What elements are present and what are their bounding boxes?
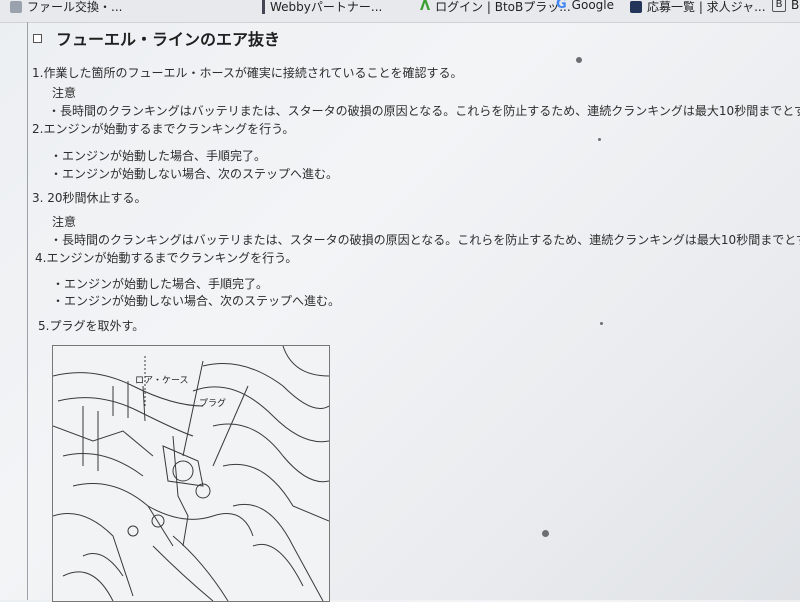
bookmark-label: 応募一覧 | 求人ジャ...: [647, 0, 766, 14]
page-title: フューエル・ラインのエア抜き: [56, 30, 281, 49]
step-3: 3. 20秒間休止する。: [32, 191, 147, 205]
bookmark-3[interactable]: Λ ログイン | BtoBプラッ...: [420, 0, 571, 15]
generic-icon: [10, 0, 22, 13]
bookmark-label: Webbyパートナー...: [270, 0, 383, 14]
bookmarks-bar: ファール交換・... Webbyパートナー... Λ ログイン | BtoBプラ…: [0, 0, 800, 23]
bookmark-2[interactable]: Webbyパートナー...: [262, 0, 382, 15]
b-icon: B: [772, 0, 786, 12]
x-icon: Λ: [420, 0, 431, 14]
step-2-bullet-1: ・エンジンが始動した場合、手順完了。: [50, 149, 267, 163]
book-icon: [630, 0, 642, 13]
bar-icon: [262, 0, 265, 14]
label-plug: プラグ: [199, 399, 227, 409]
step-1: 1.作業した箇所のフューエル・ホースが確実に接続されていることを確認する。: [32, 66, 463, 80]
step-4-bullet-1: ・エンジンが始動した場合、手順完了。: [52, 277, 269, 291]
step-2-bullet-2: ・エンジンが始動しない場合、次のステップへ進む。: [50, 167, 339, 181]
engine-diagram: ロア・ケース プラグ: [52, 345, 330, 602]
bookmark-label: ログイン | BtoBプラッ...: [435, 0, 571, 14]
checkbox-icon[interactable]: [33, 34, 42, 43]
screen-smudge: [598, 138, 601, 141]
bookmark-4[interactable]: G Google: [556, 0, 614, 12]
bookmark-6[interactable]: B B: [772, 0, 799, 12]
google-icon: G: [556, 0, 567, 12]
screen-smudge: [542, 530, 549, 537]
bookmark-1[interactable]: ファール交換・...: [10, 0, 122, 15]
step-4-bullet-2: ・エンジンが始動しない場合、次のステップへ進む。: [52, 294, 341, 308]
bookmark-label: B: [791, 0, 800, 12]
note-1-label: 注意: [52, 86, 77, 100]
label-lower-case: ロア・ケース: [135, 376, 189, 386]
step-5: 5.プラグを取外す。: [38, 319, 145, 333]
screen-smudge: [576, 57, 582, 63]
bookmark-label: ファール交換・...: [27, 0, 123, 14]
note-2-text: ・長時間のクランキングはバッテリまたは、スタータの破損の原因となる。これらを防止…: [50, 233, 800, 247]
step-2: 2.エンジンが始動するまでクランキングを行う。: [32, 122, 295, 136]
screen-smudge: [600, 322, 603, 325]
document-page: フューエル・ラインのエア抜き 1.作業した箇所のフューエル・ホースが確実に接続さ…: [0, 22, 800, 602]
bookmark-5[interactable]: 応募一覧 | 求人ジャ...: [630, 0, 766, 15]
bookmark-label: Google: [571, 0, 614, 12]
note-2-label: 注意: [52, 215, 77, 229]
note-1-text: ・長時間のクランキングはバッテリまたは、スタータの破損の原因となる。これらを防止…: [48, 104, 800, 118]
left-margin-rule: [27, 22, 28, 600]
step-4: 4.エンジンが始動するまでクランキングを行う。: [35, 251, 298, 265]
engine-line-drawing: [53, 346, 329, 601]
